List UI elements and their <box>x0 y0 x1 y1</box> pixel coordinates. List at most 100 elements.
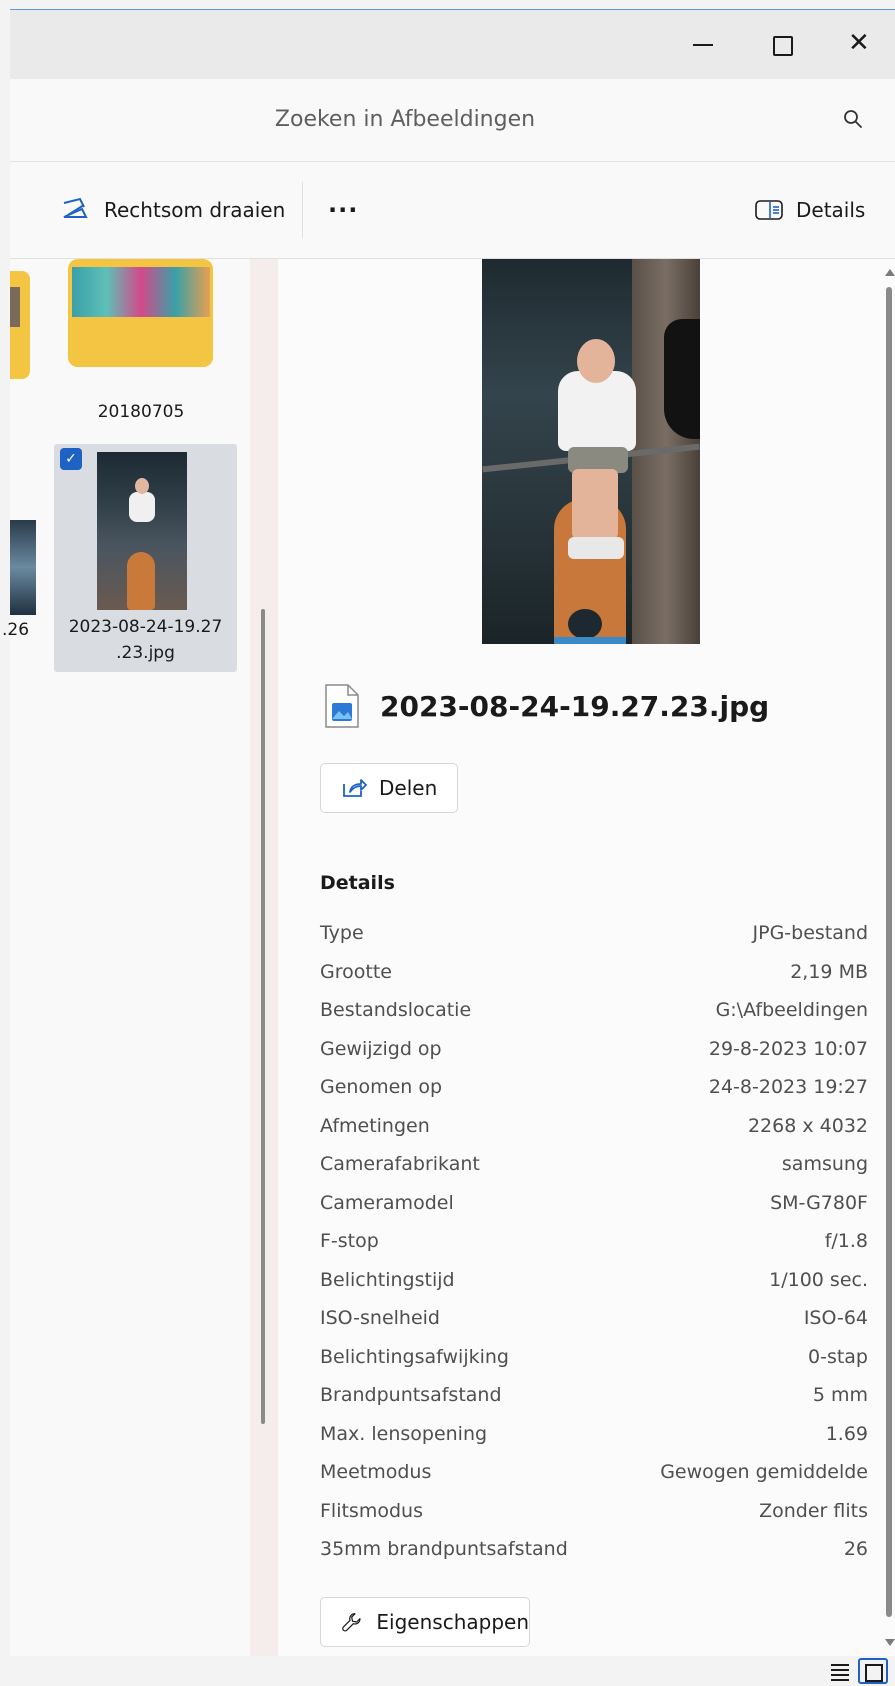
details-row-label: Belichtingsafwijking <box>320 1345 509 1368</box>
details-row-value: f/1.8 <box>824 1230 868 1253</box>
tiles-view-button[interactable] <box>858 1658 888 1684</box>
jpg-file-icon <box>325 684 359 728</box>
rotate-right-icon <box>63 197 88 218</box>
details-row-value: 2268 x 4032 <box>747 1114 868 1137</box>
folder-thumbnail-partial[interactable] <box>10 271 30 379</box>
rotate-right-label: Rechtsom draaien <box>104 198 286 222</box>
thumbnail-person <box>129 492 155 522</box>
details-row-value: 1.69 <box>825 1422 868 1445</box>
image-thumbnail <box>97 452 187 610</box>
maximize-button[interactable] <box>767 30 797 60</box>
minimize-button[interactable] <box>688 30 718 60</box>
share-label: Delen <box>379 776 438 800</box>
share-icon <box>343 779 367 797</box>
command-bar: Rechtsom draaien ··· Details <box>10 162 895 259</box>
preview-shirt <box>558 371 636 451</box>
details-row-label: Max. lensopening <box>320 1422 488 1445</box>
preview-boat-stern <box>554 637 626 644</box>
details-row-value: G:\Afbeeldingen <box>715 999 868 1022</box>
close-button[interactable]: ✕ <box>845 28 875 60</box>
title-bar: ✕ <box>10 9 895 80</box>
details-row-value: ISO-64 <box>803 1307 868 1330</box>
search-icon[interactable] <box>841 107 865 131</box>
details-row-value: 24-8-2023 19:27 <box>708 1076 868 1099</box>
details-row-value: JPG-bestand <box>752 922 868 945</box>
details-row-label: Cameramodel <box>320 1191 454 1214</box>
details-pane-button[interactable]: Details <box>754 192 865 228</box>
pane-splitter[interactable] <box>250 259 278 1656</box>
search-input[interactable]: Zoeken in Afbeeldingen <box>10 107 800 132</box>
details-row: Camerafabrikant samsung <box>320 1145 868 1184</box>
folder-photo-overlay <box>68 317 213 367</box>
details-row: 35mm brandpuntsafstand 26 <box>320 1530 868 1569</box>
properties-button[interactable]: Eigenschappen <box>320 1597 530 1647</box>
close-icon: ✕ <box>848 28 870 58</box>
image-preview <box>482 259 700 644</box>
details-row-value: Gewogen gemiddelde <box>660 1461 868 1484</box>
details-row-value: 2,19 MB <box>790 960 868 983</box>
scroll-down-arrow[interactable] <box>885 1639 895 1646</box>
folder-photo <box>10 287 20 327</box>
details-row-label: Grootte <box>320 960 392 983</box>
toolbar-separator <box>302 182 303 238</box>
details-row-value: SM-G780F <box>770 1191 868 1214</box>
details-row-label: Bestandslocatie <box>320 999 472 1022</box>
details-row: Gewijzigd op 29-8-2023 10:07 <box>320 1030 868 1069</box>
details-section-title: Details <box>320 872 395 894</box>
details-row-value: samsung <box>781 1153 868 1176</box>
details-row-label: ISO-snelheid <box>320 1307 440 1330</box>
details-row: Afmetingen 2268 x 4032 <box>320 1107 868 1146</box>
details-row-value: 29-8-2023 10:07 <box>708 1037 868 1060</box>
details-row-label: Meetmodus <box>320 1461 432 1484</box>
search-bar: Zoeken in Afbeeldingen <box>10 79 895 162</box>
details-row-label: Type <box>320 922 364 945</box>
details-row-value: 1/100 sec. <box>769 1268 868 1291</box>
selected-file-item[interactable]: ✓ 2023-08-24-19.27 .23.jpg <box>54 444 237 672</box>
preview-head <box>577 339 615 383</box>
details-row-label: Belichtingstijd <box>320 1268 455 1291</box>
folder-item[interactable] <box>66 259 216 419</box>
details-row: Type JPG-bestand <box>320 914 868 953</box>
details-row: Belichtingstijd 1/100 sec. <box>320 1261 868 1300</box>
details-row: Meetmodus Gewogen gemiddelde <box>320 1453 868 1492</box>
list-view-button[interactable] <box>828 1660 852 1682</box>
details-row: Brandpuntsafstand 5 mm <box>320 1376 868 1415</box>
details-table: Type JPG-bestand Grootte 2,19 MB Bestandsloc… <box>320 914 868 1569</box>
checked-checkbox[interactable]: ✓ <box>60 448 82 470</box>
scrollbar-thumb[interactable] <box>886 287 892 1617</box>
preview-legs <box>572 469 618 539</box>
details-scrollbar[interactable] <box>884 259 895 1656</box>
details-row: Grootte 2,19 MB <box>320 953 868 992</box>
details-row-label: Brandpuntsafstand <box>320 1384 502 1407</box>
details-row: F-stop f/1.8 <box>320 1222 868 1261</box>
details-row: Cameramodel SM-G780F <box>320 1184 868 1223</box>
preview-person-hair <box>664 319 700 439</box>
scroll-up-arrow[interactable] <box>885 269 895 276</box>
left-pane-scrollbar-thumb[interactable] <box>261 609 265 1424</box>
details-row-value: 26 <box>843 1538 868 1561</box>
details-row: Max. lensopening 1.69 <box>320 1415 868 1454</box>
list-view-icon <box>831 1664 849 1681</box>
details-row-label: Flitsmodus <box>320 1499 423 1522</box>
image-thumbnail-partial[interactable] <box>10 520 36 615</box>
rotate-right-button[interactable]: Rechtsom draaien <box>60 192 285 228</box>
preview-shoes <box>568 537 624 559</box>
file-header: 2023-08-24-19.27.23.jpg <box>324 683 769 729</box>
details-row: ISO-snelheid ISO-64 <box>320 1299 868 1338</box>
details-row: Genomen op 24-8-2023 19:27 <box>320 1068 868 1107</box>
details-row-label: 35mm brandpuntsafstand <box>320 1538 568 1561</box>
details-row-label: Gewijzigd op <box>320 1037 442 1060</box>
more-options-button[interactable]: ··· <box>328 192 358 228</box>
details-pane-icon <box>755 200 783 220</box>
selected-file-label-line2: .23.jpg <box>116 643 175 663</box>
image-partial-label: .26 <box>2 620 30 640</box>
more-options-icon: ··· <box>328 196 359 224</box>
status-bar <box>10 1656 895 1685</box>
details-row: Belichtingsafwijking 0-stap <box>320 1338 868 1377</box>
selected-file-label-line1: 2023-08-24-19.27 <box>68 617 223 637</box>
tiles-view-icon <box>865 1664 883 1682</box>
maximize-icon <box>773 36 793 56</box>
share-button[interactable]: Delen <box>320 763 458 813</box>
details-row: Flitsmodus Zonder flits <box>320 1492 868 1531</box>
file-name: 2023-08-24-19.27.23.jpg <box>380 689 770 723</box>
